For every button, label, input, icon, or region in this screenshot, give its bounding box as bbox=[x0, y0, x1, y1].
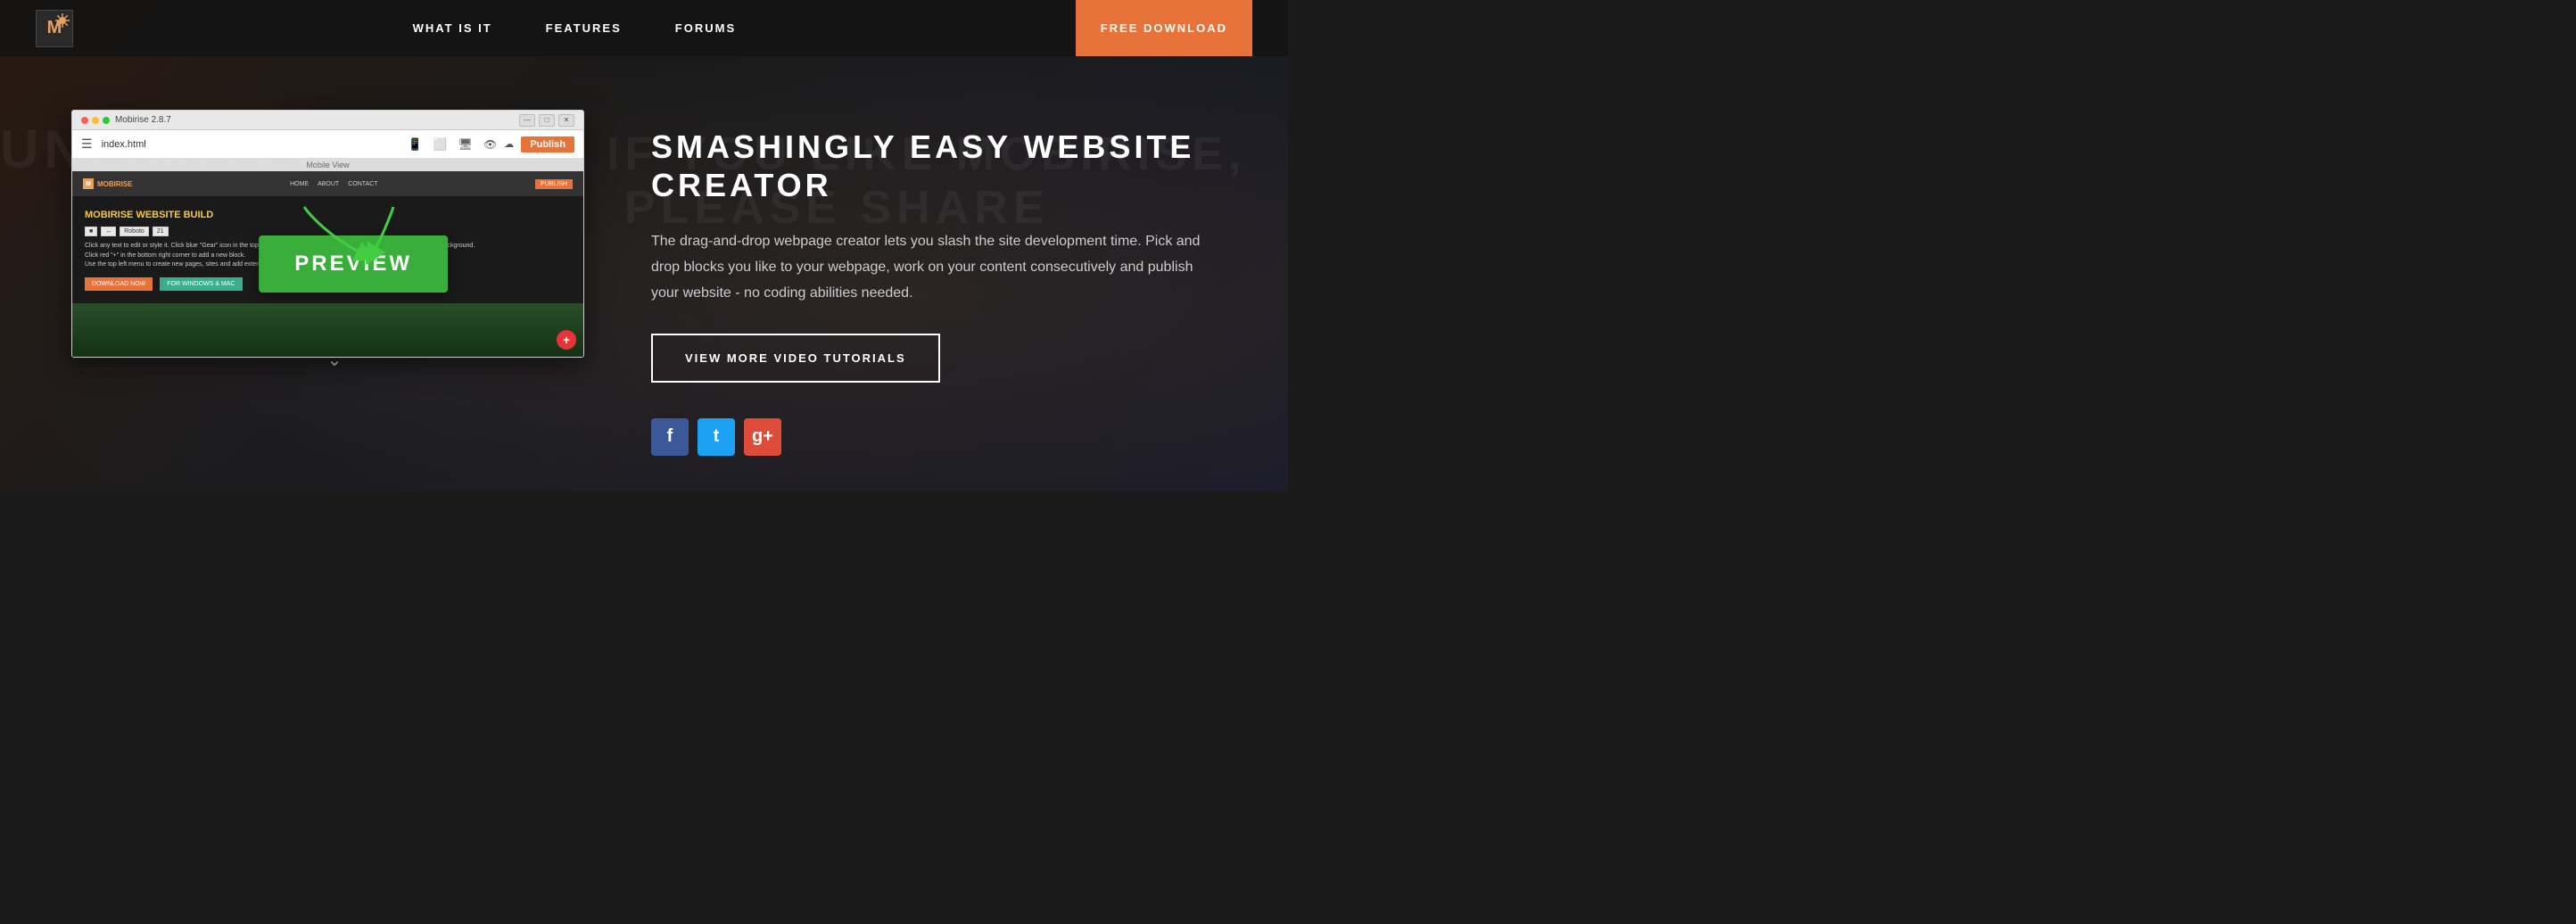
heading-line1: SMASHINGLY EASY WEBSITE bbox=[651, 128, 1194, 165]
publish-button[interactable]: Publish bbox=[521, 136, 574, 153]
mini-toolbar-item2: ↔ bbox=[101, 227, 116, 236]
mini-hero-title: MOBIRISE WEBSITE BUILD bbox=[85, 209, 571, 221]
facebook-icon[interactable]: f bbox=[651, 418, 689, 456]
app-window: Mobirise 2.8.7 — □ ✕ ☰ index.html 📱 ⬜ 🖥 bbox=[71, 110, 584, 358]
preview-overlay: PREVIEW bbox=[259, 235, 448, 293]
main-heading: SMASHINGLY EASY WEBSITE CREATOR bbox=[651, 128, 1204, 204]
twitter-icon[interactable]: t bbox=[698, 418, 735, 456]
main-content: UNLIMITED Mobirise 2.8.7 — □ ✕ bbox=[0, 56, 1288, 491]
minimize-btn[interactable]: — bbox=[519, 114, 535, 127]
desktop-icon[interactable]: 🖥 bbox=[457, 136, 475, 153]
twitter-label: t bbox=[714, 426, 720, 447]
logo-sunburst-icon bbox=[55, 13, 70, 28]
nav-link-forums[interactable]: FORUMS bbox=[675, 21, 736, 35]
preview-label: PREVIEW bbox=[294, 252, 412, 276]
nav-item-what[interactable]: WHAT IS IT bbox=[413, 21, 492, 37]
app-titlebar: Mobirise 2.8.7 — □ ✕ bbox=[72, 111, 583, 130]
mini-logo: M MOBIRISE bbox=[83, 178, 133, 189]
app-title: Mobirise 2.8.7 bbox=[115, 115, 171, 125]
mini-nav-about: ABOUT bbox=[318, 181, 339, 187]
tablet-icon[interactable]: ⬜ bbox=[431, 136, 449, 153]
titlebar-right: — □ ✕ bbox=[519, 114, 574, 127]
facebook-label: f bbox=[667, 426, 673, 447]
minimize-dot[interactable] bbox=[92, 117, 99, 124]
restore-btn[interactable]: □ bbox=[539, 114, 555, 127]
text-content: IF YOU LIKE MOBIRISE, PLEASE SHARE SMASH… bbox=[651, 110, 1204, 456]
view-tutorials-button[interactable]: VIEW MORE VIDEO TUTORIALS bbox=[651, 334, 940, 383]
nav-item-features[interactable]: FEATURES bbox=[546, 21, 622, 37]
mobile-view-label: Mobile View bbox=[72, 159, 583, 171]
close-dot[interactable] bbox=[81, 117, 88, 124]
add-block-button[interactable]: + bbox=[557, 330, 576, 350]
close-btn[interactable]: ✕ bbox=[558, 114, 574, 127]
nav-links: WHAT IS IT FEATURES FORUMS bbox=[413, 21, 737, 37]
logo-box: M bbox=[36, 10, 73, 47]
titlebar-dots bbox=[81, 117, 110, 124]
device-icons: 📱 ⬜ 🖥 bbox=[406, 136, 475, 153]
chevron-down-icon[interactable]: ⌄ bbox=[327, 349, 343, 371]
mini-toolbar-item: ■ bbox=[85, 227, 97, 236]
nav-item-forums[interactable]: FORUMS bbox=[675, 21, 736, 37]
mini-logo-box: M bbox=[83, 178, 94, 189]
screenshot-container: UNLIMITED Mobirise 2.8.7 — □ ✕ bbox=[71, 110, 598, 358]
mini-logo-text: MOBIRISE bbox=[97, 180, 133, 188]
mini-toolbar-font: Roboto bbox=[120, 227, 149, 236]
maximize-dot[interactable] bbox=[103, 117, 110, 124]
nav-link-what[interactable]: WHAT IS IT bbox=[413, 21, 492, 35]
mini-toolbar-size: 21 bbox=[153, 227, 169, 236]
heading-line2: CREATOR bbox=[651, 167, 832, 203]
mini-windows-btn[interactable]: FOR WINDOWS & MAC bbox=[160, 277, 242, 291]
mini-nav: M MOBIRISE HOME ABOUT CONTACT PUBLISH bbox=[72, 171, 583, 196]
nav-link-features[interactable]: FEATURES bbox=[546, 21, 622, 35]
free-download-button[interactable]: FREE DOWNLOAD bbox=[1076, 0, 1252, 56]
logo[interactable]: M bbox=[36, 10, 73, 47]
gplus-label: g+ bbox=[752, 426, 773, 447]
mini-nav-links: HOME ABOUT CONTACT bbox=[290, 181, 377, 187]
toolbar-right: 👁 ☁ Publish bbox=[483, 136, 574, 153]
mini-nav-btn[interactable]: PUBLISH bbox=[535, 179, 573, 189]
mobile-icon[interactable]: 📱 bbox=[406, 136, 424, 153]
app-inner: M MOBIRISE HOME ABOUT CONTACT PUBLISH MO… bbox=[72, 171, 583, 357]
mini-nav-contact: CONTACT bbox=[348, 181, 377, 187]
cloud-icon: ☁ bbox=[504, 138, 514, 150]
main-description: The drag-and-drop webpage creator lets y… bbox=[651, 229, 1204, 306]
social-icons: f t g+ bbox=[651, 418, 1204, 456]
eye-icon[interactable]: 👁 bbox=[483, 138, 497, 151]
mini-nav-home: HOME bbox=[290, 181, 309, 187]
hamburger-icon[interactable]: ☰ bbox=[81, 136, 93, 152]
app-toolbar: ☰ index.html 📱 ⬜ 🖥 👁 ☁ Publish bbox=[72, 130, 583, 159]
mini-download-btn[interactable]: DOWNLOAD NOW bbox=[85, 277, 153, 291]
navbar: M WHAT IS IT FEATURES FORUMS FREE DOWNL bbox=[0, 0, 1288, 56]
titlebar-left: Mobirise 2.8.7 bbox=[81, 115, 171, 125]
filename-label: index.html bbox=[102, 139, 398, 150]
gplus-icon[interactable]: g+ bbox=[744, 418, 781, 456]
